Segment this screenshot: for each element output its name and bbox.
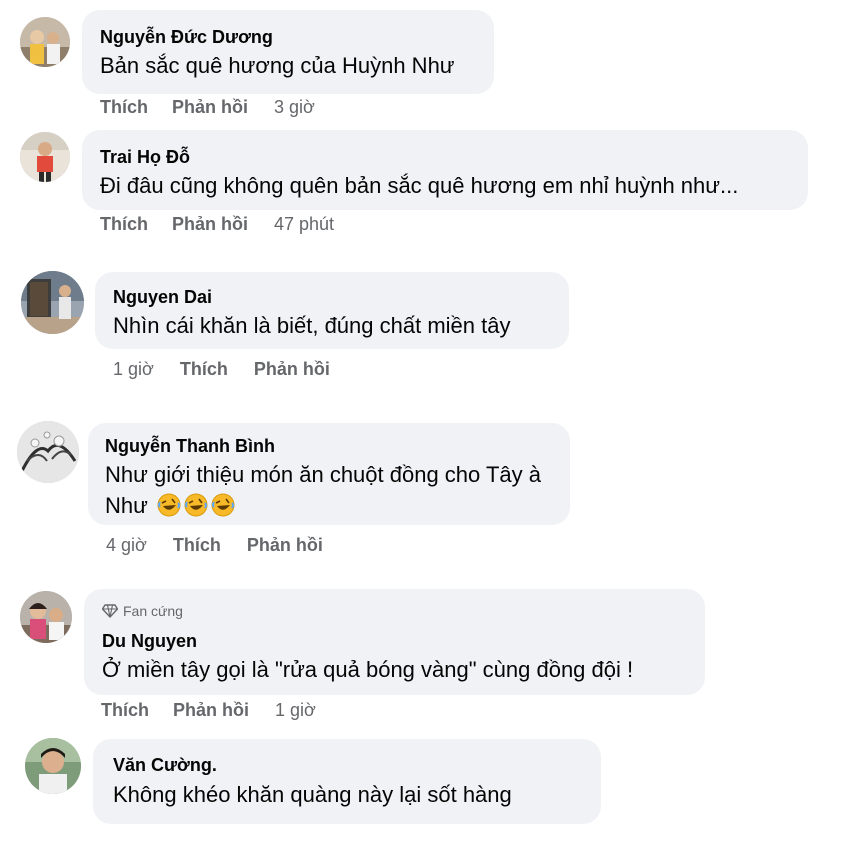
avatar[interactable] — [20, 132, 70, 182]
avatar[interactable] — [20, 591, 72, 643]
comment-text: Không khéo khăn quàng này lại sốt hàng — [113, 782, 512, 807]
avatar[interactable] — [17, 421, 79, 483]
like-button[interactable]: Thích — [173, 535, 221, 556]
commenter-name[interactable]: Du Nguyen — [102, 631, 197, 652]
badge-label: Fan cứng — [123, 603, 183, 619]
reply-button[interactable]: Phản hồi — [173, 700, 249, 721]
avatar[interactable] — [25, 738, 81, 794]
like-button[interactable]: Thích — [100, 214, 148, 235]
comment-bubble: Trai Họ Đỗ Đi đâu cũng không quên bản sắ… — [82, 130, 808, 210]
commenter-name[interactable]: Văn Cường. — [113, 755, 217, 776]
avatar[interactable] — [21, 271, 84, 334]
avatar[interactable] — [20, 17, 70, 67]
fan-badge[interactable]: Fan cứng — [101, 603, 183, 619]
comment-text: Ở miền tây gọi là "rửa quả bóng vàng" cù… — [102, 657, 634, 682]
reply-button[interactable]: Phản hồi — [172, 97, 248, 118]
comment-text-line-1: Như giới thiệu món ăn chuột đồng cho Tây… — [105, 462, 542, 487]
timestamp[interactable]: 4 giờ — [106, 535, 147, 556]
comment-text: Bản sắc quê hương của Huỳnh Như — [100, 53, 455, 78]
like-button[interactable]: Thích — [100, 97, 148, 118]
comment-bubble: Nguyễn Đức Dương Bản sắc quê hương của H… — [82, 10, 494, 94]
timestamp[interactable]: 47 phút — [274, 214, 334, 235]
commenter-name[interactable]: Nguyễn Đức Dương — [100, 27, 273, 48]
commenter-name[interactable]: Trai Họ Đỗ — [100, 147, 190, 168]
comment-bubble: Nguyễn Thanh Bình Như giới thiệu món ăn … — [88, 423, 570, 525]
timestamp[interactable]: 1 giờ — [113, 359, 154, 380]
reply-button[interactable]: Phản hồi — [247, 535, 323, 556]
comment-text: Đi đâu cũng không quên bản sắc quê hương… — [100, 173, 739, 198]
like-button[interactable]: Thích — [180, 359, 228, 380]
comment-bubble: Fan cứng Du Nguyen Ở miền tây gọi là "rử… — [84, 589, 705, 695]
diamond-icon — [101, 604, 119, 618]
timestamp[interactable]: 3 giờ — [274, 97, 315, 118]
comment-text: Như — [105, 493, 148, 518]
comment-bubble: Nguyen Dai Nhìn cái khăn là biết, đúng c… — [95, 272, 569, 349]
rolling-laughing-emoji-icon — [184, 493, 208, 517]
like-button[interactable]: Thích — [101, 700, 149, 721]
reply-button[interactable]: Phản hồi — [172, 214, 248, 235]
commenter-name[interactable]: Nguyễn Thanh Bình — [105, 436, 275, 457]
commenter-name[interactable]: Nguyen Dai — [113, 287, 212, 308]
timestamp[interactable]: 1 giờ — [275, 700, 316, 721]
reply-button[interactable]: Phản hồi — [254, 359, 330, 380]
comment-text-line-2: Như — [105, 490, 235, 521]
rolling-laughing-emoji-icon — [157, 493, 181, 517]
comment-text: Nhìn cái khăn là biết, đúng chất miền tâ… — [113, 313, 511, 338]
comment-bubble: Văn Cường. Không khéo khăn quàng này lại… — [93, 739, 601, 824]
rolling-laughing-emoji-icon — [211, 493, 235, 517]
